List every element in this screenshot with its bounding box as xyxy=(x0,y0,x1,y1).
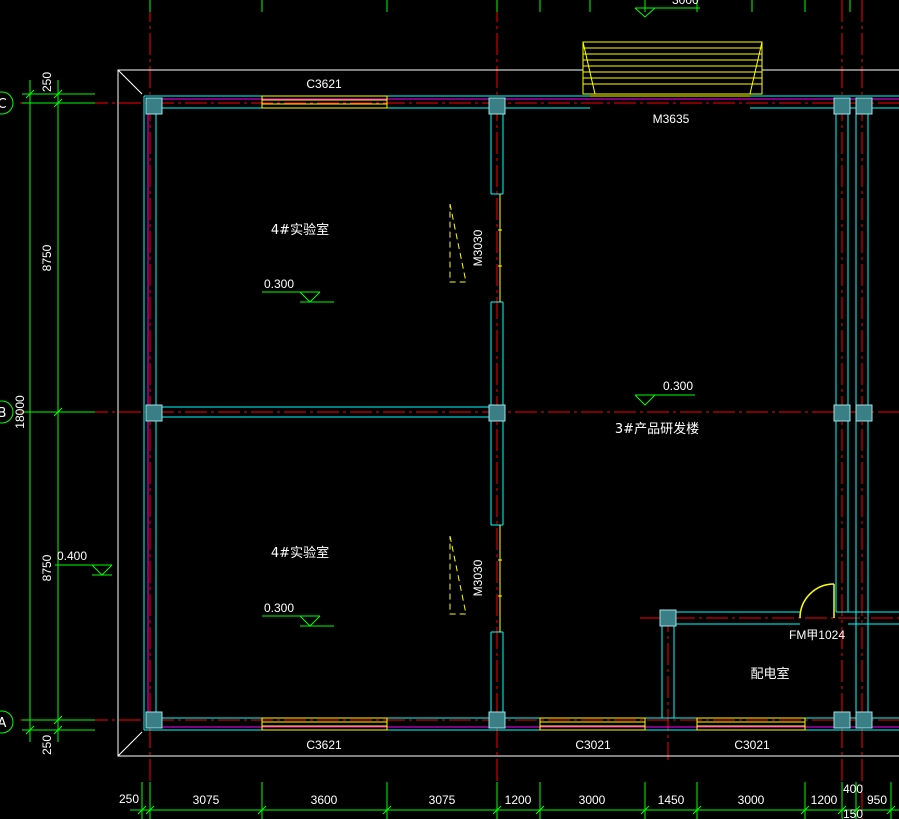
dim-bottom-extra: 150 xyxy=(843,807,863,819)
dim-left-upper-bay: 8750 xyxy=(40,244,54,271)
column-b4 xyxy=(855,404,873,422)
top-dimension-fragment: 3000 xyxy=(672,0,699,7)
dim-bottom-1: 3075 xyxy=(193,793,220,807)
room-label-lab-upper: 4#实验室 xyxy=(271,222,329,238)
column-c3 xyxy=(833,97,851,115)
dim-left-total: 18000 xyxy=(13,395,27,429)
room-label-lab-lower: 4#实验室 xyxy=(271,545,329,561)
drawing-background xyxy=(0,0,899,819)
column-a2 xyxy=(488,711,506,729)
dim-left-lower-bay: 8750 xyxy=(40,554,54,581)
dim-bottom-4: 1200 xyxy=(505,793,532,807)
dim-bottom-7: 3000 xyxy=(738,793,765,807)
axis-label-c: C xyxy=(0,97,7,112)
dim-bottom-5: 3000 xyxy=(579,793,606,807)
label-door-main: M3635 xyxy=(653,112,690,126)
room-label-electric: 配电室 xyxy=(750,666,789,682)
cad-floor-plan: 3000 C B A 250 8750 18000 8750 250 250 3… xyxy=(0,0,899,819)
dim-bottom-0: 250 xyxy=(119,792,139,806)
column-a3 xyxy=(833,711,851,729)
axis-label-a: A xyxy=(0,716,7,731)
label-window-bottom-right: C3021 xyxy=(734,738,770,752)
elevation-label-outside: 0.400 xyxy=(57,549,87,563)
column-c2 xyxy=(488,97,506,115)
dim-bottom-8: 1200 xyxy=(811,793,838,807)
dim-bottom-3: 3075 xyxy=(429,793,456,807)
column-b1 xyxy=(145,404,163,422)
dim-left-bottom-offset: 250 xyxy=(40,735,54,755)
label-door-upper: M3030 xyxy=(471,229,485,266)
column-b2 xyxy=(488,404,506,422)
elevation-label-lower: 0.300 xyxy=(264,601,294,615)
dim-bottom-10: 950 xyxy=(867,793,887,807)
room-label-building: 3#产品研发楼 xyxy=(615,421,699,437)
label-window-bottom-left: C3621 xyxy=(306,738,342,752)
elevation-label-upper: 0.300 xyxy=(264,277,294,291)
dim-bottom-6: 1450 xyxy=(658,793,685,807)
column-a4 xyxy=(855,711,873,729)
column-elec xyxy=(659,609,677,627)
column-b3 xyxy=(833,404,851,422)
label-fire-door: FM甲1024 xyxy=(789,628,845,642)
column-c4 xyxy=(855,97,873,115)
label-door-lower: M3030 xyxy=(471,559,485,596)
label-window-bottom-mid: C3021 xyxy=(575,738,611,752)
column-c1 xyxy=(145,97,163,115)
elevation-label-hall: 0.300 xyxy=(663,379,693,393)
dim-left-top-offset: 250 xyxy=(40,72,54,92)
dim-bottom-2: 3600 xyxy=(311,793,338,807)
axis-label-b: B xyxy=(0,406,6,421)
dim-bottom-9: 400 xyxy=(843,782,863,796)
column-a1 xyxy=(145,711,163,729)
label-window-top: C3621 xyxy=(306,77,342,91)
